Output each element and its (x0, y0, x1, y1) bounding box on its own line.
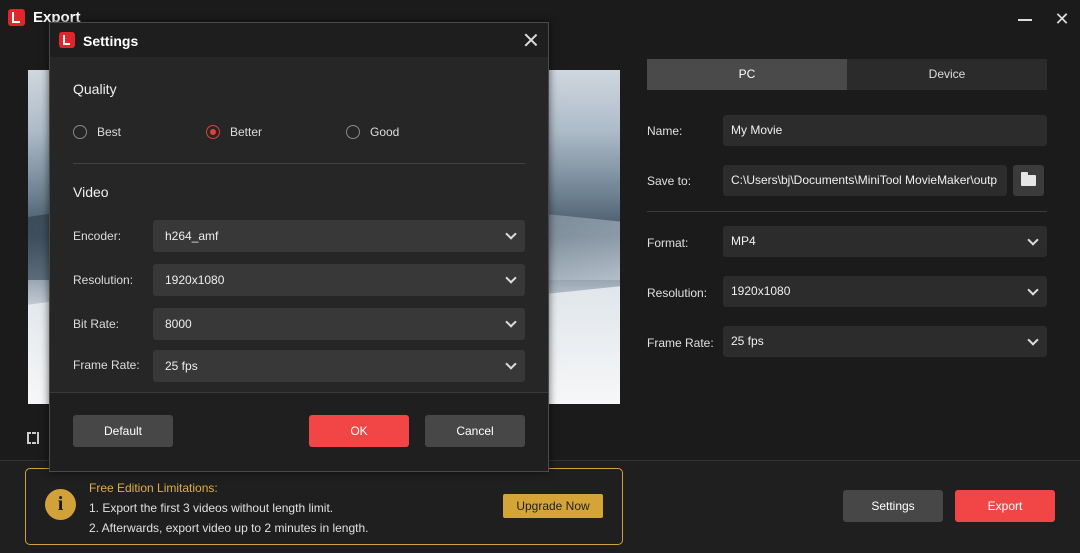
dialog-resolution-select[interactable]: 1920x1080 (153, 264, 525, 296)
film-strip-icon[interactable] (27, 432, 39, 444)
limitations-line-2: 2. Afterwards, export video up to 2 minu… (89, 521, 369, 535)
close-icon[interactable]: ✕ (1049, 6, 1075, 32)
bit-rate-value: 8000 (165, 317, 192, 331)
frame-rate-value: 25 fps (731, 334, 764, 348)
format-select[interactable]: MP4 (723, 226, 1047, 257)
dialog-frame-rate-label: Frame Rate: (73, 358, 140, 372)
settings-button[interactable]: Settings (843, 490, 943, 522)
resolution-value: 1920x1080 (731, 284, 791, 298)
dialog-divider (73, 163, 525, 164)
settings-dialog: Settings Quality Best Better Good Video … (49, 22, 549, 472)
encoder-select[interactable]: h264_amf (153, 220, 525, 252)
default-button[interactable]: Default (73, 415, 173, 447)
encoder-label: Encoder: (73, 229, 122, 243)
encoder-value: h264_amf (165, 229, 219, 243)
video-heading: Video (73, 184, 109, 200)
ok-button[interactable]: OK (309, 415, 409, 447)
format-label: Format: (647, 236, 689, 250)
quality-label-good: Good (370, 125, 400, 139)
chevron-down-icon (1027, 284, 1039, 296)
frame-rate-label: Frame Rate: (647, 336, 714, 350)
dialog-header: Settings (50, 23, 548, 57)
dialog-title: Settings (83, 33, 139, 49)
limitations-line-1: 1. Export the first 3 videos without len… (89, 501, 334, 515)
format-value: MP4 (731, 234, 756, 248)
dialog-frame-rate-value: 25 fps (165, 359, 198, 373)
save-to-label: Save to: (647, 174, 692, 188)
export-button[interactable]: Export (955, 490, 1055, 522)
upgrade-now-button[interactable]: Upgrade Now (503, 494, 603, 518)
chevron-down-icon (505, 272, 517, 284)
dialog-close-icon[interactable] (521, 30, 541, 50)
name-label: Name: (647, 124, 683, 138)
folder-icon (1021, 172, 1036, 186)
resolution-select[interactable]: 1920x1080 (723, 276, 1047, 307)
limitations-title: Free Edition Limitations: (89, 481, 218, 495)
browse-folder-button[interactable] (1013, 165, 1044, 196)
tab-device[interactable]: Device (847, 59, 1047, 90)
radio-icon (73, 125, 87, 139)
app-logo-icon (59, 32, 75, 48)
chevron-down-icon (1027, 234, 1039, 246)
bit-rate-select[interactable]: 8000 (153, 308, 525, 340)
target-tabs: PC Device (647, 59, 1047, 90)
chevron-down-icon (505, 316, 517, 328)
chevron-down-icon (505, 228, 517, 240)
divider (647, 211, 1047, 212)
resolution-label: Resolution: (647, 286, 708, 300)
cancel-button[interactable]: Cancel (425, 415, 525, 447)
chevron-down-icon (1027, 334, 1039, 346)
radio-selected-icon (206, 125, 220, 139)
tab-pc[interactable]: PC (647, 59, 847, 90)
quality-label-best: Best (97, 125, 122, 139)
info-icon: i (45, 489, 76, 520)
app-logo-icon (8, 9, 25, 26)
minimize-icon[interactable] (1012, 6, 1038, 32)
bit-rate-label: Bit Rate: (73, 317, 120, 331)
dialog-frame-rate-select[interactable]: 25 fps (153, 350, 525, 382)
name-input[interactable]: My Movie (723, 115, 1047, 146)
save-path-input[interactable]: C:\Users\bj\Documents\MiniTool MovieMake… (723, 165, 1007, 196)
quality-label-better: Better (230, 125, 263, 139)
quality-heading: Quality (73, 81, 117, 97)
chevron-down-icon (505, 358, 517, 370)
dialog-resolution-value: 1920x1080 (165, 273, 225, 287)
frame-rate-select[interactable]: 25 fps (723, 326, 1047, 357)
radio-icon (346, 125, 360, 139)
dialog-resolution-label: Resolution: (73, 273, 134, 287)
